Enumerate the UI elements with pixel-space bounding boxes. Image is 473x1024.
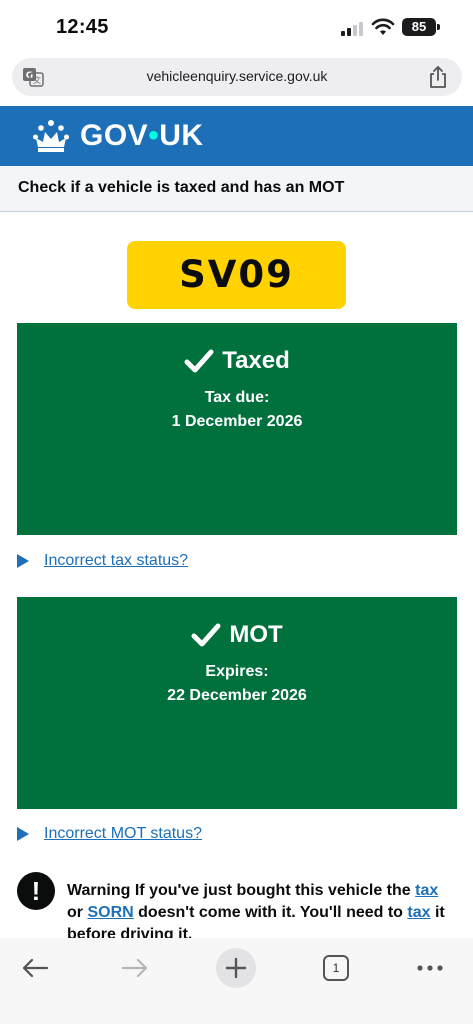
incorrect-mot-details[interactable]: Incorrect MOT status?	[17, 825, 202, 843]
warning-or: or	[67, 904, 83, 921]
service-name[interactable]: Check if a vehicle is taxed and has an M…	[18, 179, 344, 197]
battery-tip	[437, 24, 440, 30]
incorrect-tax-link[interactable]: Incorrect tax status?	[44, 552, 188, 570]
tick-icon	[184, 349, 214, 373]
logotype-dot: •	[148, 119, 160, 152]
battery-indicator: 85	[402, 18, 436, 36]
service-navigation: Check if a vehicle is taxed and has an M…	[0, 166, 473, 212]
wifi-icon	[371, 18, 395, 35]
url-text[interactable]: vehicleenquiry.service.gov.uk	[12, 68, 462, 84]
mot-expiry-date: 22 December 2026	[167, 687, 307, 704]
mot-status-panel: MOT Expires: 22 December 2026	[17, 597, 457, 809]
status-bar: 12:45 85	[0, 0, 473, 56]
disclosure-triangle-icon[interactable]	[17, 827, 29, 841]
warning-text: ! Warning If you've just bought this veh…	[17, 872, 457, 938]
warning-prefix: Warning If you've just bought this vehic…	[67, 882, 411, 899]
govuk-header: GOV•UK	[0, 106, 473, 166]
tick-icon	[191, 623, 221, 647]
more-button[interactable]	[410, 948, 450, 988]
more-icon[interactable]	[416, 964, 444, 972]
address-bar[interactable]: G 文 vehicleenquiry.service.gov.uk	[12, 58, 462, 96]
mot-title-text: MOT	[229, 621, 283, 648]
status-time: 12:45	[56, 16, 109, 38]
tax-title-text: Taxed	[222, 347, 290, 374]
tax-status-panel: Taxed Tax due: 1 December 2026	[17, 323, 457, 535]
logotype-right: UK	[159, 119, 204, 152]
mot-status-title: MOT	[17, 621, 457, 649]
incorrect-tax-details[interactable]: Incorrect tax status?	[17, 552, 188, 570]
back-button[interactable]	[15, 948, 55, 988]
tax-status-title: Taxed	[17, 347, 457, 375]
incorrect-mot-link[interactable]: Incorrect MOT status?	[44, 825, 202, 843]
crown-icon[interactable]	[32, 118, 70, 154]
share-icon[interactable]	[428, 65, 448, 89]
forward-icon[interactable]	[121, 957, 149, 979]
forward-button[interactable]	[115, 948, 155, 988]
warning-middle: doesn't come with it. You'll need to	[138, 904, 403, 921]
tax-link-2[interactable]: tax	[407, 904, 430, 921]
new-tab-button[interactable]	[216, 948, 256, 988]
disclosure-triangle-icon[interactable]	[17, 554, 29, 568]
tax-due-label: Tax due:	[204, 389, 270, 406]
tabs-button[interactable]: 1	[316, 948, 356, 988]
new-tab-icon[interactable]	[225, 957, 247, 979]
logotype-left: GOV	[80, 119, 149, 152]
tax-due-date: 1 December 2026	[171, 413, 303, 430]
signal-icon	[341, 22, 365, 36]
warning-message: Warning If you've just bought this vehic…	[67, 880, 457, 938]
browser-toolbar: 1	[0, 938, 473, 1024]
tabs-icon[interactable]: 1	[323, 955, 349, 981]
back-icon[interactable]	[21, 957, 49, 979]
warning-icon: !	[17, 872, 55, 910]
mot-expires-label: Expires:	[205, 663, 269, 680]
sorn-link[interactable]: SORN	[87, 904, 133, 921]
govuk-logotype[interactable]: GOV•UK	[80, 119, 204, 153]
tax-link[interactable]: tax	[415, 882, 438, 899]
registration-plate: SV09 VDT	[127, 241, 346, 364]
